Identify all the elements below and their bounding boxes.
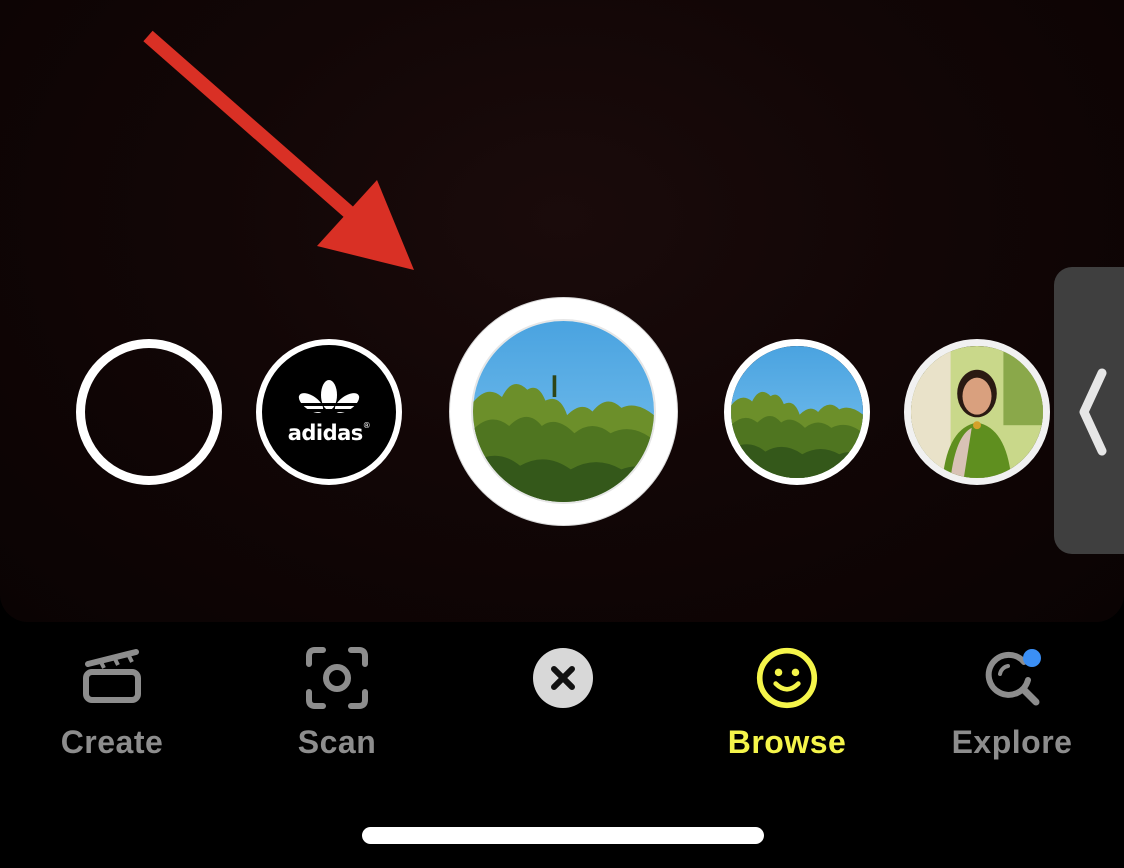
nav-browse-label: Browse xyxy=(727,724,847,760)
lens-preview-tree xyxy=(471,319,656,504)
lens-adidas[interactable]: adidas® xyxy=(256,339,402,485)
smiley-icon xyxy=(756,647,818,709)
nav-browse[interactable]: Browse xyxy=(707,646,867,761)
lens-tree[interactable] xyxy=(724,339,870,485)
portrait-image xyxy=(911,346,1043,478)
lens-selected-tree[interactable] xyxy=(449,297,678,526)
chevron-left-icon xyxy=(1079,368,1107,456)
adidas-trefoil-icon xyxy=(293,380,365,413)
explore-search-icon xyxy=(985,649,1041,706)
snap-camera-screen: adidas® Create Scan Browse Explore xyxy=(0,0,1124,868)
camera-viewfinder[interactable]: adidas® xyxy=(0,0,1124,622)
nav-explore[interactable]: Explore xyxy=(932,646,1092,761)
nav-create-label: Create xyxy=(60,724,164,760)
lens-portrait[interactable] xyxy=(904,339,1050,485)
adidas-wordmark: adidas® xyxy=(287,421,371,445)
create-clapper-icon xyxy=(83,649,141,703)
nav-scan-label: Scan xyxy=(297,724,377,760)
lens-drawer-tab[interactable] xyxy=(1054,267,1124,554)
lens-empty[interactable] xyxy=(76,339,222,485)
nav-close[interactable] xyxy=(483,646,643,710)
nav-create[interactable]: Create xyxy=(32,646,192,761)
notification-dot xyxy=(1023,649,1041,667)
nav-scan[interactable]: Scan xyxy=(257,646,417,761)
tree-sky-image xyxy=(473,321,654,502)
scan-camera-icon xyxy=(306,647,368,709)
tree-sky-image xyxy=(731,346,863,478)
nav-explore-label: Explore xyxy=(951,724,1073,760)
close-icon xyxy=(533,648,593,708)
home-indicator[interactable] xyxy=(362,827,764,844)
